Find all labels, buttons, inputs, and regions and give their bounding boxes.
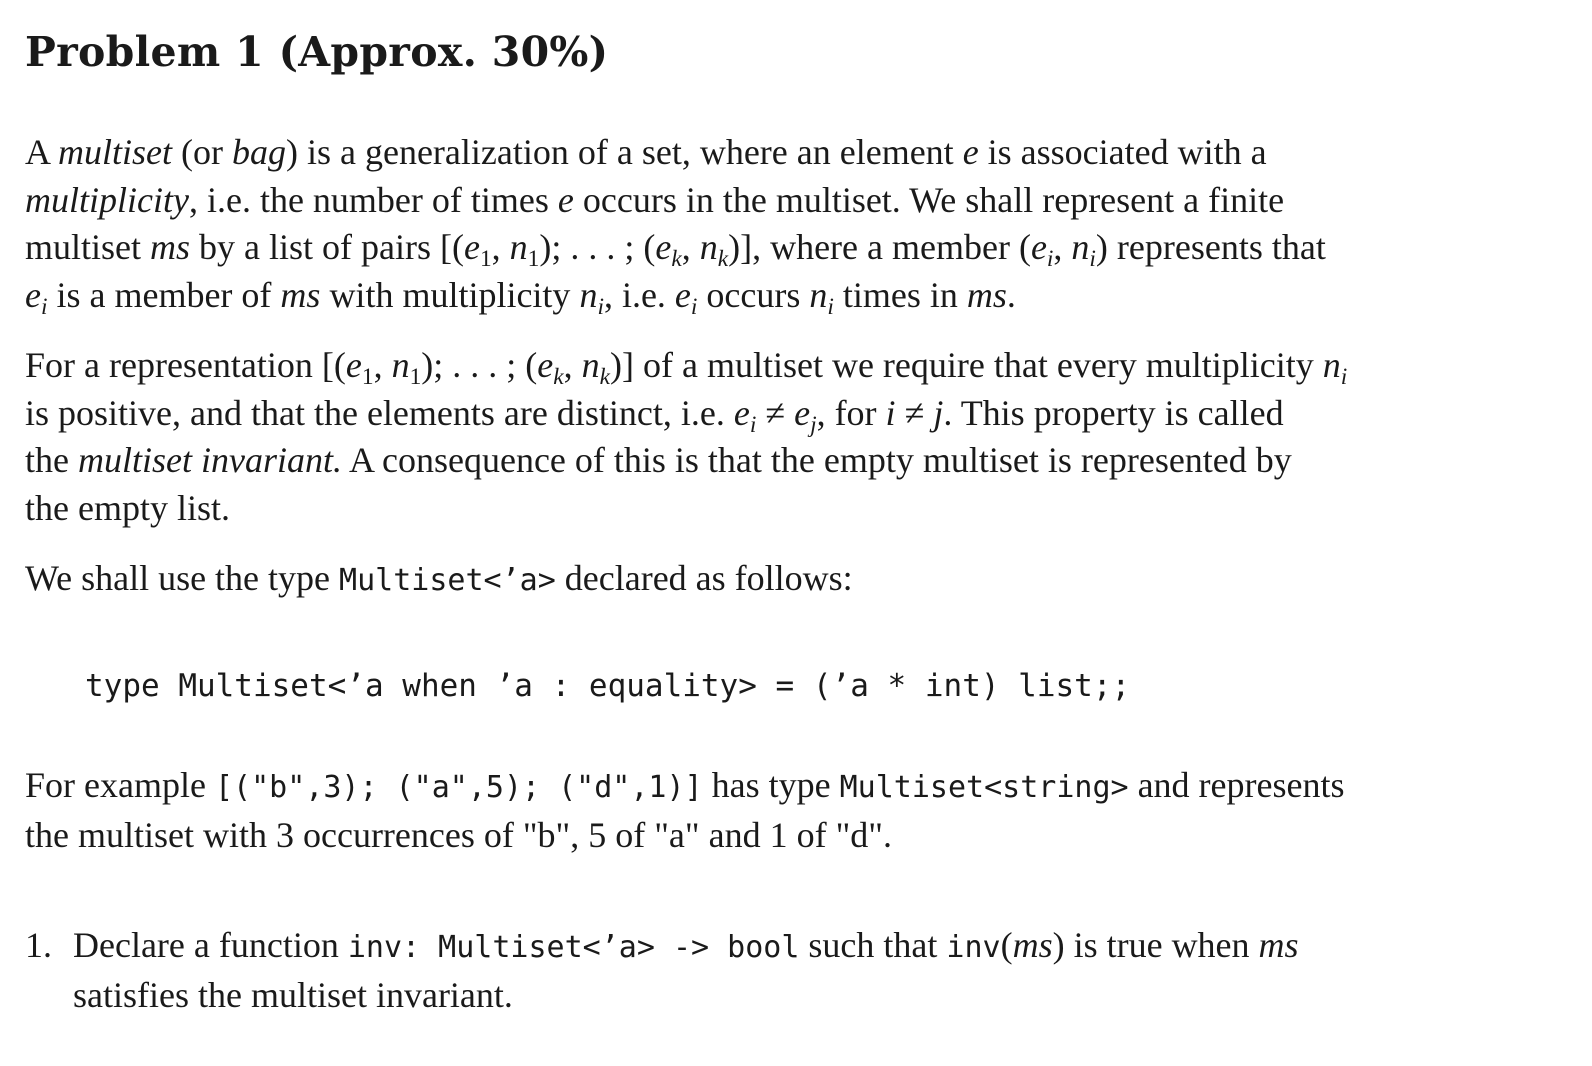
inline-code: inv bbox=[946, 930, 1001, 965]
text-line: Declare a function inv: Multiset<’a> -> … bbox=[73, 925, 1299, 965]
inline-code: inv: Multiset<’a> -> bool bbox=[347, 930, 800, 965]
text-line: For example [("b",3); ("a",5); ("d",1)] … bbox=[25, 765, 1345, 805]
task-list: 1. Declare a function inv: Multiset<’a> … bbox=[25, 922, 1530, 1019]
math-ms: ms bbox=[150, 227, 191, 267]
code-block-type-declaration: type Multiset<’a when ’a : equality> = (… bbox=[85, 668, 1131, 704]
text-line: A multiset (or bag) is a generalization … bbox=[25, 132, 1267, 172]
paragraph-example: For example [("b",3); ("a",5); ("d",1)] … bbox=[25, 762, 1530, 859]
paragraph-type-intro: We shall use the type Multiset<’a> decla… bbox=[25, 558, 853, 598]
paragraph-invariant: For a representation [(e1, n1); . . . ; … bbox=[25, 342, 1530, 532]
inline-code: Multiset<string> bbox=[839, 770, 1129, 805]
term-multiset: multiset bbox=[58, 132, 173, 172]
list-item-number: 1. bbox=[25, 925, 52, 965]
math-e: e bbox=[557, 179, 574, 220]
list-item: 1. Declare a function inv: Multiset<’a> … bbox=[25, 922, 1530, 1019]
document-page: Problem 1 (Approx. 30%) A multiset (or b… bbox=[25, 22, 1530, 1015]
term-bag: bag bbox=[232, 132, 286, 172]
inline-code: Multiset<’a> bbox=[339, 563, 556, 598]
text-line: ei is a member of ms with multiplicity n… bbox=[25, 274, 1016, 320]
text-line: the empty list. bbox=[25, 487, 230, 528]
text-line: is positive, and that the elements are d… bbox=[25, 392, 1284, 438]
text-line: the multiset with 3 occurrences of "b", … bbox=[25, 814, 892, 855]
paragraph-multiset-definition: A multiset (or bag) is a generalization … bbox=[25, 129, 1530, 319]
problem-title: Problem 1 (Approx. 30%) bbox=[25, 28, 609, 76]
term-multiplicity: multiplicity bbox=[25, 179, 189, 220]
term-multiset-invariant: multiset invariant. bbox=[77, 440, 342, 480]
text-line: satisfies the multiset invariant. bbox=[73, 974, 513, 1015]
text-line: multiset ms by a list of pairs [(e1, n1)… bbox=[25, 227, 1326, 273]
math-e: e bbox=[962, 132, 979, 172]
text-line: multiplicity, i.e. the number of times e… bbox=[25, 179, 1285, 220]
text-line: For a representation [(e1, n1); . . . ; … bbox=[25, 345, 1348, 391]
inline-code: [("b",3); ("a",5); ("d",1)] bbox=[214, 770, 703, 805]
text-line: the multiset invariant. A consequence of… bbox=[25, 440, 1292, 480]
